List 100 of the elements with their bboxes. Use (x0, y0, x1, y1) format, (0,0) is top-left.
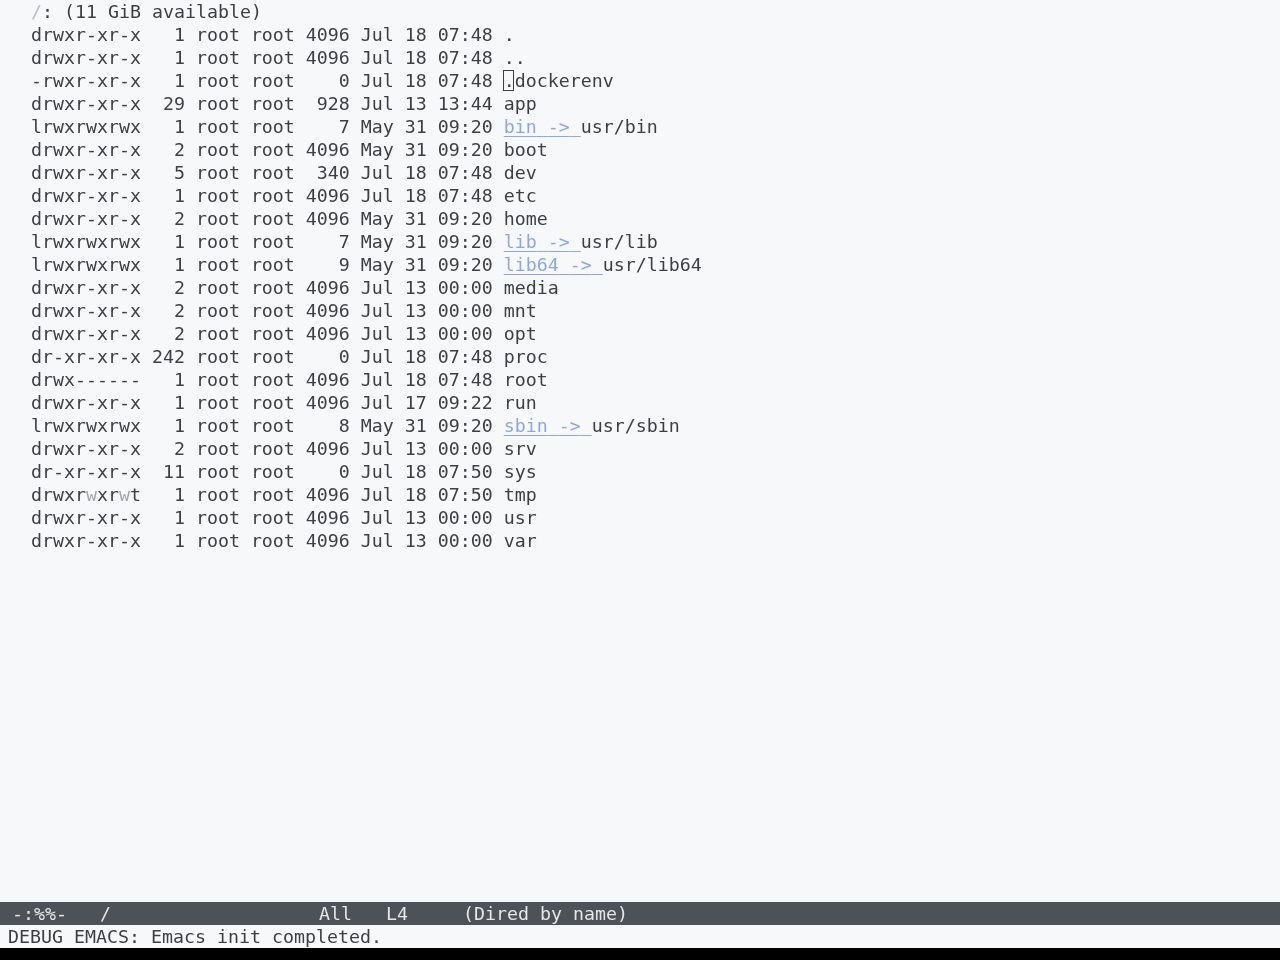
file-name[interactable]: var (503, 529, 537, 552)
permissions-text: drwxr-xr-x (31, 46, 141, 69)
size-text: 0 (337, 460, 350, 483)
link-count: 2 (172, 138, 185, 161)
file-name[interactable]: tmp (503, 483, 537, 506)
file-name[interactable]: sys (503, 460, 537, 483)
link-count: 1 (172, 391, 185, 414)
file-name[interactable]: srv (503, 437, 537, 460)
file-name[interactable]: mnt (503, 299, 537, 322)
time-text: 09:20 (437, 230, 493, 253)
date-text: May 31 (360, 253, 427, 276)
owner-text: root (195, 184, 240, 207)
group-text: root (250, 276, 295, 299)
link-count: 1 (172, 230, 185, 253)
link-count: 2 (172, 276, 185, 299)
size-text: 4096 (305, 368, 350, 391)
permissions-text: drwxrwxrwt (31, 483, 141, 506)
time-text: 00:00 (437, 299, 493, 322)
group-text: root (250, 345, 295, 368)
owner-text: root (195, 23, 240, 46)
size-text: 4096 (305, 276, 350, 299)
owner-text: root (195, 276, 240, 299)
link-count: 1 (172, 506, 185, 529)
file-name[interactable]: usr (503, 506, 537, 529)
link-count: 2 (172, 207, 185, 230)
size-text: 4096 (305, 207, 350, 230)
time-text: 09:22 (437, 391, 493, 414)
permissions-text: drwxr-xr-x (31, 322, 141, 345)
size-text: 7 (337, 115, 350, 138)
file-name[interactable]: proc (503, 345, 548, 368)
group-text: root (250, 391, 295, 414)
permissions-text: drwxr-xr-x (31, 437, 141, 460)
link-count: 242 (151, 345, 185, 368)
file-name[interactable]: dev (503, 161, 537, 184)
date-text: Jul 13 (360, 299, 427, 322)
size-text: 928 (315, 92, 350, 115)
owner-text: root (195, 207, 240, 230)
date-text: Jul 13 (360, 322, 427, 345)
file-name[interactable]: opt (503, 322, 537, 345)
owner-text: root (195, 92, 240, 115)
size-text: 8 (337, 414, 350, 437)
date-text: Jul 18 (360, 161, 427, 184)
owner-text: root (195, 483, 240, 506)
file-name[interactable]: media (503, 276, 559, 299)
group-text: root (250, 460, 295, 483)
size-text: 4096 (305, 391, 350, 414)
permissions-text: -rwxr-xr-x (31, 69, 141, 92)
file-name[interactable]: . (503, 23, 515, 46)
permissions-text: lrwxrwxrwx (31, 414, 141, 437)
size-text: 4096 (305, 322, 350, 345)
permissions-text: drwxr-xr-x (31, 529, 141, 552)
group-text: root (250, 69, 295, 92)
time-text: 00:00 (437, 529, 493, 552)
size-text: 4096 (305, 184, 350, 207)
group-text: root (250, 299, 295, 322)
link-count: 2 (172, 299, 185, 322)
date-text: Jul 13 (360, 92, 427, 115)
file-name[interactable]: run (503, 391, 537, 414)
file-name[interactable]: .. (503, 46, 526, 69)
owner-text: root (195, 345, 240, 368)
directory-header: /: (11 GiB available) (31, 0, 262, 23)
owner-text: root (195, 506, 240, 529)
file-name[interactable]: boot (503, 138, 548, 161)
link-count: 1 (172, 69, 185, 92)
date-text: May 31 (360, 207, 427, 230)
permissions-text: lrwxrwxrwx (31, 253, 141, 276)
file-name[interactable]: app (503, 92, 537, 115)
size-text: 4096 (305, 506, 350, 529)
time-text: 07:50 (437, 483, 493, 506)
permissions-text: drwxr-xr-x (31, 138, 141, 161)
owner-text: root (195, 414, 240, 437)
line-number: L4 (386, 902, 408, 925)
date-text: Jul 18 (360, 345, 427, 368)
owner-text: root (195, 46, 240, 69)
major-mode: (Dired by name) (463, 902, 628, 925)
size-text: 4096 (305, 437, 350, 460)
permissions-text: drwxr-xr-x (31, 276, 141, 299)
group-text: root (250, 368, 295, 391)
scroll-position: All (319, 902, 352, 925)
owner-text: root (195, 437, 240, 460)
size-text: 7 (337, 230, 350, 253)
date-text: Jul 13 (360, 529, 427, 552)
link-count: 1 (172, 414, 185, 437)
file-name[interactable]: etc (503, 184, 537, 207)
owner-text: root (195, 69, 240, 92)
symlink-target: usr/bin (580, 115, 658, 138)
file-name[interactable]: root (503, 368, 548, 391)
group-text: root (250, 322, 295, 345)
size-text: 4096 (305, 299, 350, 322)
time-text: 00:00 (437, 506, 493, 529)
group-text: root (250, 161, 295, 184)
group-text: root (250, 230, 295, 253)
time-text: 00:00 (437, 276, 493, 299)
date-text: Jul 13 (360, 437, 427, 460)
link-count: 1 (172, 368, 185, 391)
file-name[interactable]: home (503, 207, 548, 230)
symlink-target: usr/lib64 (602, 253, 702, 276)
link-count: 1 (172, 184, 185, 207)
owner-text: root (195, 391, 240, 414)
date-text: Jul 18 (360, 23, 427, 46)
